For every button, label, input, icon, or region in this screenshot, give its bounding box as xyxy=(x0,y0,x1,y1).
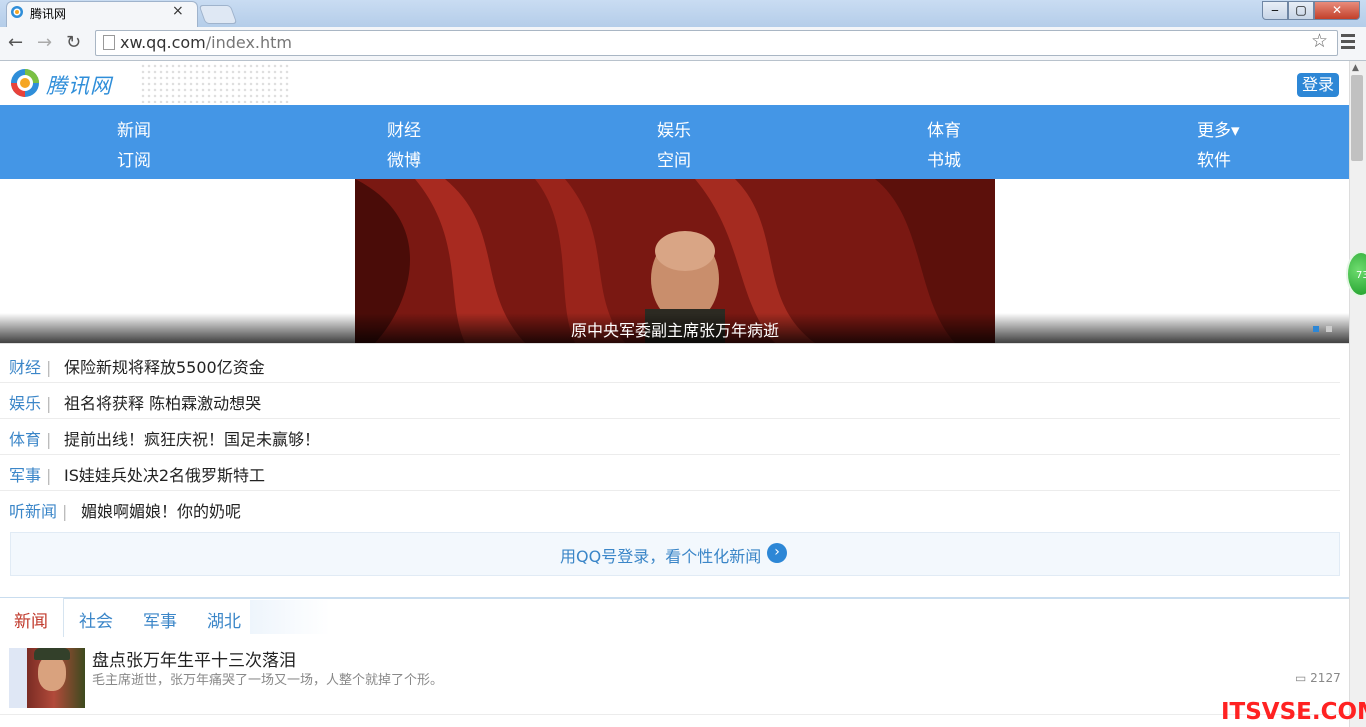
divider: | xyxy=(46,466,52,485)
divider: | xyxy=(46,358,52,377)
main-nav: 新闻 财经 娱乐 体育 更多▾ 订阅 微博 空间 书城 软件 xyxy=(0,105,1349,179)
nav-item-software[interactable]: 软件 xyxy=(1197,146,1231,171)
window-close-button[interactable]: ✕ xyxy=(1314,1,1360,20)
comment-count-value: 2127 xyxy=(1310,671,1341,685)
tab-news[interactable]: 新闻 xyxy=(14,607,48,632)
list-item[interactable]: 听新闻 | 媚娘啊媚娘！你的奶呢 xyxy=(0,490,1340,526)
next-story-divider xyxy=(0,714,1349,715)
news-title[interactable]: IS娃娃兵处决2名俄罗斯特工 xyxy=(64,462,265,486)
divider: | xyxy=(46,430,52,449)
logo-text[interactable]: 腾讯网 xyxy=(46,70,112,100)
window-minimize-button[interactable]: ‒ xyxy=(1262,1,1288,20)
reload-icon[interactable]: ↻ xyxy=(66,32,81,53)
news-title[interactable]: 祖名将获释 陈柏霖激动想哭 xyxy=(64,390,261,414)
thumbnail-cap xyxy=(34,648,70,660)
url-text[interactable]: xw.qq.com/index.htm xyxy=(120,33,292,52)
news-category[interactable]: 娱乐 | xyxy=(9,390,51,414)
nav-item-entertainment[interactable]: 娱乐 xyxy=(657,116,691,141)
url-host: xw.qq.com xyxy=(120,33,206,52)
qq-login-text[interactable]: 用QQ号登录，看个性化新闻 xyxy=(560,543,761,567)
browser-menu-icon[interactable] xyxy=(1341,34,1355,52)
nav-item-finance[interactable]: 财经 xyxy=(387,116,421,141)
chevron-right-icon[interactable]: › xyxy=(767,543,787,563)
window-maximize-button[interactable]: ▢ xyxy=(1288,1,1314,20)
category-label: 听新闻 xyxy=(9,502,58,521)
tab-hubei[interactable]: 湖北 xyxy=(207,607,241,632)
scroll-up-icon[interactable]: ▲ xyxy=(1352,63,1359,73)
category-label: 军事 xyxy=(9,466,42,485)
back-arrow-icon[interactable]: ← xyxy=(8,32,23,53)
list-item[interactable]: 财经 | 保险新规将释放5500亿资金 xyxy=(0,346,1340,383)
login-button[interactable]: 登录 xyxy=(1297,73,1339,97)
list-item[interactable]: 军事 | IS娃娃兵处决2名俄罗斯特工 xyxy=(0,454,1340,491)
tab-society[interactable]: 社会 xyxy=(79,607,113,632)
hero-caption[interactable]: 原中央军委副主席张万年病逝 xyxy=(355,317,995,341)
nav-item-subscribe[interactable]: 订阅 xyxy=(117,146,151,171)
tabs-fade xyxy=(250,600,330,634)
category-label: 财经 xyxy=(9,358,42,377)
nav-item-news[interactable]: 新闻 xyxy=(117,116,151,141)
forward-arrow-icon[interactable]: → xyxy=(37,32,52,53)
scrollbar-thumb[interactable] xyxy=(1351,75,1363,161)
tab-close-icon[interactable]: × xyxy=(172,3,184,19)
category-label: 体育 xyxy=(9,430,42,449)
tencent-logo-icon[interactable] xyxy=(10,68,40,98)
nav-item-weibo[interactable]: 微博 xyxy=(387,146,421,171)
news-category[interactable]: 听新闻 | xyxy=(9,498,67,522)
nav-item-books[interactable]: 书城 xyxy=(927,146,961,171)
divider: | xyxy=(46,394,52,413)
list-item[interactable]: 娱乐 | 祖名将获释 陈柏霖激动想哭 xyxy=(0,382,1340,419)
tab-title: 腾讯网 xyxy=(30,7,67,21)
list-item[interactable]: 体育 | 提前出线！疯狂庆祝！国足未赢够！ xyxy=(0,418,1340,455)
news-title[interactable]: 提前出线！疯狂庆祝！国足未赢够！ xyxy=(64,426,320,450)
new-tab-button[interactable] xyxy=(198,5,238,24)
section-tabs xyxy=(0,597,1349,639)
comment-icon: ▭ xyxy=(1295,671,1307,685)
story-title[interactable]: 盘点张万年生平十三次落泪 xyxy=(92,646,296,671)
news-title[interactable]: 保险新规将释放5500亿资金 xyxy=(64,354,265,378)
bookmark-star-icon[interactable]: ☆ xyxy=(1311,30,1328,52)
thumbnail-face xyxy=(38,655,66,691)
category-label: 娱乐 xyxy=(9,394,42,413)
carousel-dot[interactable] xyxy=(1326,326,1332,332)
qq-favicon-icon xyxy=(11,6,23,18)
world-map-decoration xyxy=(140,63,290,103)
news-title[interactable]: 媚娘啊媚娘！你的奶呢 xyxy=(81,498,241,522)
nav-item-qzone[interactable]: 空间 xyxy=(657,146,691,171)
page-icon xyxy=(103,35,115,50)
news-category[interactable]: 军事 | xyxy=(9,462,51,486)
tab-military[interactable]: 军事 xyxy=(143,607,177,632)
comment-count[interactable]: ▭ 2127 xyxy=(1295,671,1341,685)
nav-item-sports[interactable]: 体育 xyxy=(927,116,961,141)
nav-item-more[interactable]: 更多▾ xyxy=(1197,116,1240,141)
story-description[interactable]: 毛主席逝世，张万年痛哭了一场又一场，人整个就掉了个形。 xyxy=(92,669,443,688)
divider: | xyxy=(62,502,68,521)
site-watermark: ITSVSE.COM xyxy=(1221,699,1366,725)
url-path: /index.htm xyxy=(205,33,292,52)
news-category[interactable]: 体育 | xyxy=(9,426,51,450)
news-category[interactable]: 财经 | xyxy=(9,354,51,378)
carousel-dot-active[interactable] xyxy=(1313,326,1319,332)
